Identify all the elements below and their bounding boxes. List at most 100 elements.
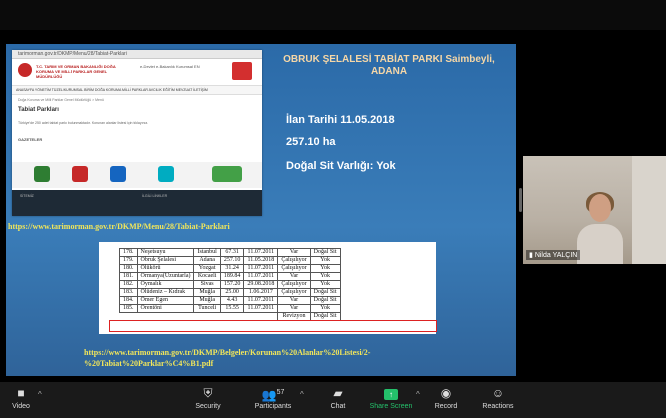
speech-bubble-icon: ▰ bbox=[333, 386, 343, 400]
participants-label: Participants bbox=[254, 403, 292, 410]
participant-figure bbox=[577, 192, 623, 264]
header-links: e-Devlet e-Bakanlık Kurumsal EN bbox=[140, 64, 200, 69]
table-cell: Yok bbox=[309, 304, 341, 313]
table-cell: 182. bbox=[119, 280, 138, 289]
table-cell: 189.84 bbox=[219, 272, 245, 281]
table-cell: 11.05.2018 bbox=[243, 256, 279, 265]
table-cell: Doğal Sit bbox=[309, 288, 341, 297]
table-cell: 11.07.2011 bbox=[243, 296, 279, 305]
table-row: 182. Oymalık Sivas 157.20 29.08.2018 Çalışılı… bbox=[119, 280, 341, 289]
site-header: T.C. TARIM VE ORMAN BAKANLIĞI DOĞA KORUM… bbox=[12, 59, 262, 86]
participants-options-chevron-icon[interactable]: ^ bbox=[300, 390, 304, 399]
table-cell: Ormanya(Uzuntarla) bbox=[136, 272, 195, 281]
table-cell: 31.24 bbox=[219, 264, 245, 273]
people-icon: 👥57 bbox=[261, 388, 285, 402]
table-cell: Tunceli bbox=[193, 304, 221, 313]
table-cell: 11.07.2011 bbox=[243, 304, 279, 313]
table-cell: 157.20 bbox=[219, 280, 245, 289]
table-cell: Yok bbox=[309, 256, 341, 265]
security-button[interactable]: ⛨ Security bbox=[188, 386, 228, 410]
table-cell: Var bbox=[277, 248, 311, 257]
table-cell: 184. bbox=[119, 296, 138, 305]
participant-video-thumbnail[interactable]: ▮ Nilda YALÇIN bbox=[523, 156, 666, 264]
meeting-toolbar: ■ Video ^ ⛨ Security 👥57 Participants ^ … bbox=[0, 382, 666, 418]
table-cell: Doğal Sit bbox=[309, 296, 341, 305]
reactions-button[interactable]: ☺ Reactions bbox=[478, 386, 518, 410]
webpage-screenshot: tarimorman.gov.tr/DKMP/Menu/28/Tabiat-Pa… bbox=[12, 50, 262, 216]
shield-icon: ⛨ bbox=[203, 386, 213, 400]
table-cell: 183. bbox=[119, 288, 138, 297]
parks-table: 178. Neşetsuyu İstanbul 67.31 11.07.2011 Var D… bbox=[119, 248, 341, 321]
table-cell: 4.43 bbox=[219, 296, 245, 305]
table-row: 183. Ölüdeniz – Kıdrak Muğla 25.00 1.06.2017… bbox=[119, 288, 341, 297]
video-label: Video bbox=[12, 403, 30, 410]
page-title: Tabiat Parkları bbox=[18, 107, 59, 113]
page-text: Türkiye'de 250 adet tabiat parkı bulunma… bbox=[18, 121, 149, 125]
table-cell: Çalışılıyor bbox=[277, 288, 311, 297]
highlight-box bbox=[109, 320, 437, 332]
table-cell: 11.07.2011 bbox=[243, 248, 279, 257]
background-wall bbox=[632, 156, 666, 264]
participants-button[interactable]: 👥57 Participants bbox=[248, 386, 298, 410]
table-cell: Çalışılıyor bbox=[277, 280, 311, 289]
table-row: 178. Neşetsuyu İstanbul 67.31 11.07.2011 Var D… bbox=[119, 248, 341, 257]
table-cell: Yozgat bbox=[193, 264, 221, 273]
record-button[interactable]: ◉ Record bbox=[430, 386, 462, 410]
table-row: 184. Ömer Egen Muğla 4.43 11.07.2011 Var Doğal… bbox=[119, 296, 341, 305]
table-cell: Var bbox=[277, 272, 311, 281]
slide-area: 257.10 ha bbox=[286, 136, 336, 148]
participant-name-label: Nilda YALÇIN bbox=[534, 252, 578, 259]
site-nav: ANASAYFA YÖNETİM TÜZEL/KURUMSAL BİRİM DO… bbox=[12, 86, 262, 95]
table-cell: 185. bbox=[119, 304, 138, 313]
slide-url-2-line1: https://www.tarimorman.gov.tr/DKMP/Belge… bbox=[84, 348, 371, 357]
table-cell: Ölükörü bbox=[136, 264, 195, 273]
table-cell: Yok bbox=[309, 280, 341, 289]
signal-bars-icon: ▮ bbox=[529, 252, 533, 259]
reactions-label: Reactions bbox=[482, 403, 514, 410]
site-footer: SİTEMİZ İLGİLİ LİNKLER bbox=[12, 190, 262, 216]
table-cell: Var bbox=[277, 304, 311, 313]
table-cell: Neşetsuyu bbox=[136, 248, 195, 257]
participants-count: 57 bbox=[276, 389, 285, 396]
partner-logo-icon bbox=[72, 166, 88, 182]
slide-url-2-line2: %20Tabiat%20Parklar%C4%B1.pdf bbox=[84, 359, 214, 368]
table-cell: İstanbul bbox=[193, 248, 221, 257]
table-cell: 15.55 bbox=[219, 304, 245, 313]
record-circle-icon: ◉ bbox=[440, 386, 452, 400]
participant-body bbox=[577, 224, 623, 264]
table-cell: Doğal Sit bbox=[309, 248, 341, 257]
table-cell: 11.07.2011 bbox=[243, 264, 279, 273]
table-cell: 29.08.2018 bbox=[243, 280, 279, 289]
share-screen-button[interactable]: ↑ Share Screen bbox=[366, 386, 416, 410]
video-options-chevron-icon[interactable]: ^ bbox=[38, 390, 42, 399]
table-cell: Ömer Egen bbox=[136, 296, 195, 305]
slide-heritage-status: Doğal Sit Varlığı: Yok bbox=[286, 160, 396, 172]
table-cell: Adana bbox=[193, 256, 221, 265]
table-row: 185. Örentöni Tunceli 15.55 11.07.2011 Var Yok bbox=[119, 304, 341, 313]
participant-face bbox=[589, 194, 611, 222]
table-cell: Var bbox=[277, 296, 311, 305]
footer-left-heading: SİTEMİZ bbox=[20, 194, 34, 198]
table-cell: 178. bbox=[119, 248, 138, 257]
table-cell: Muğla bbox=[193, 288, 221, 297]
table-row: 180. Ölükörü Yozgat 31.24 11.07.2011 Çalışılı… bbox=[119, 264, 341, 273]
table-cell: Yok bbox=[309, 264, 341, 273]
chat-label: Chat bbox=[330, 403, 346, 410]
security-label: Security bbox=[195, 403, 221, 410]
panel-resize-handle[interactable] bbox=[519, 188, 522, 212]
browser-address-bar: tarimorman.gov.tr/DKMP/Menu/28/Tabiat-Pa… bbox=[12, 50, 262, 59]
table-cell: Muğla bbox=[193, 296, 221, 305]
table-cell: 25.00 bbox=[219, 288, 245, 297]
chat-button[interactable]: ▰ Chat bbox=[326, 386, 350, 410]
share-arrow-icon: ↑ bbox=[366, 386, 416, 400]
table-cell: Sivas bbox=[193, 280, 221, 289]
video-button[interactable]: ■ Video bbox=[6, 386, 36, 410]
shared-screen: tarimorman.gov.tr/DKMP/Menu/28/Tabiat-Pa… bbox=[6, 44, 516, 376]
org-name: T.C. TARIM VE ORMAN BAKANLIĞI DOĞA KORUM… bbox=[36, 64, 116, 79]
share-options-chevron-icon[interactable]: ^ bbox=[416, 390, 420, 399]
table-cell: Çalışılıyor bbox=[277, 256, 311, 265]
table-cell: Kocaeli bbox=[193, 272, 221, 281]
flag-emblem-icon bbox=[232, 62, 252, 80]
table-row: 179. Obruk Şelalesi Adana 257.10 11.05.2018 Ç… bbox=[119, 256, 341, 265]
table-cell: 257.10 bbox=[219, 256, 245, 265]
